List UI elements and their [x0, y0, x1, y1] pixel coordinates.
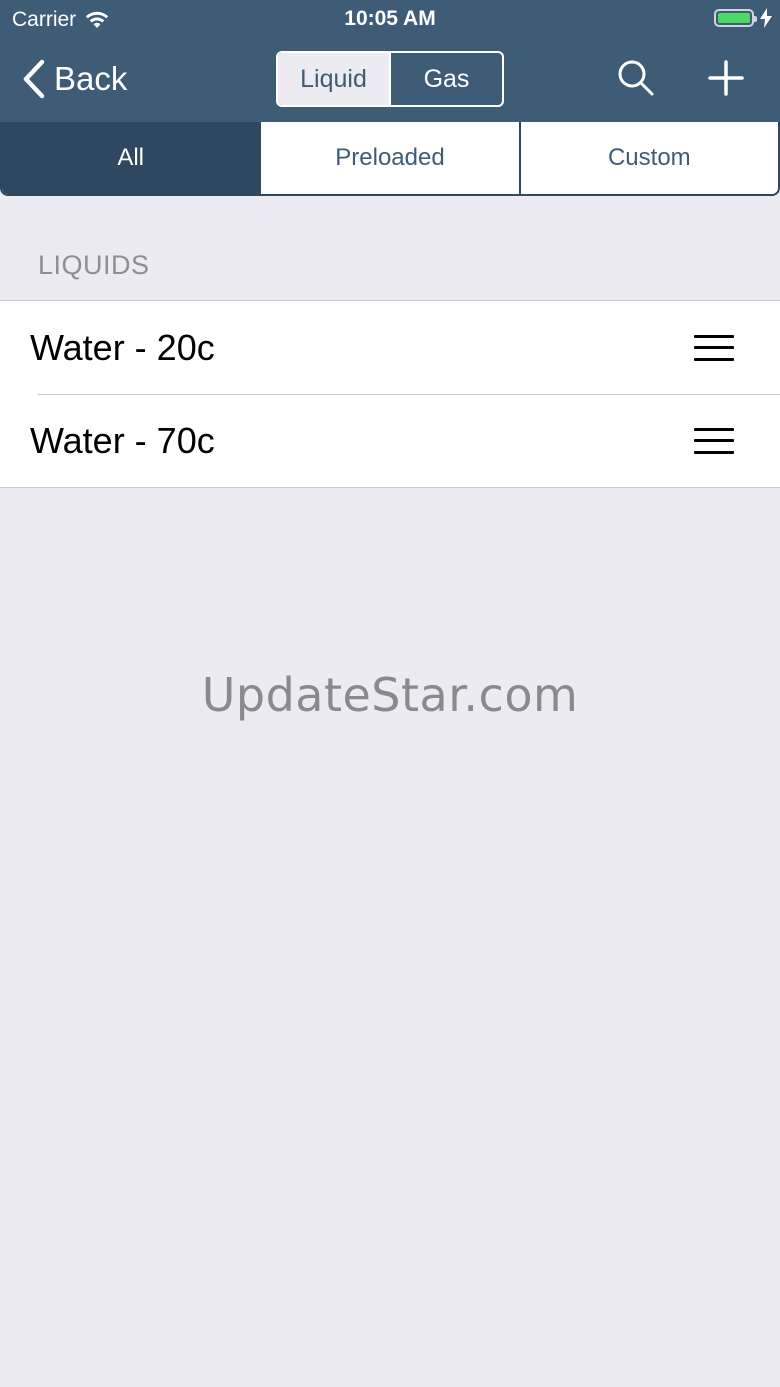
carrier-label: Carrier: [12, 8, 77, 31]
section-header-liquids: LIQUIDS: [38, 250, 150, 280]
tab-all[interactable]: All: [2, 122, 260, 194]
battery-icon: [714, 9, 757, 27]
battery-level: [718, 13, 750, 23]
reorder-handle-icon[interactable]: [694, 334, 734, 361]
segment-gas[interactable]: Gas: [389, 53, 502, 105]
plus-icon: [708, 60, 744, 96]
back-button[interactable]: Back: [22, 55, 127, 103]
list-item-name: Water - 70c: [30, 419, 215, 461]
status-bar: Carrier 10:05 AM: [0, 0, 780, 40]
tab-custom[interactable]: Custom: [518, 122, 778, 194]
tab-preloaded[interactable]: Preloaded: [259, 122, 518, 194]
add-button[interactable]: [704, 56, 748, 100]
list-item[interactable]: Water - 20c: [0, 301, 780, 394]
segment-liquid[interactable]: Liquid: [278, 53, 389, 105]
charging-bolt-icon: [760, 8, 772, 28]
search-icon: [618, 60, 654, 96]
list-item[interactable]: Water - 70c: [0, 394, 780, 487]
filter-segmented-control: All Preloaded Custom: [0, 122, 780, 196]
carrier-indicator: Carrier: [12, 8, 110, 32]
navigation-bar: Carrier 10:05 AM Back Liquid Gas: [0, 0, 780, 122]
liquid-gas-segmented-control: Liquid Gas: [276, 51, 504, 107]
list-item-name: Water - 20c: [30, 326, 215, 368]
clock: 10:05 AM: [344, 7, 436, 30]
back-label: Back: [54, 60, 128, 97]
reorder-handle-icon[interactable]: [694, 427, 734, 454]
battery-indicator: [714, 8, 772, 28]
search-button[interactable]: [614, 56, 658, 100]
chevron-left-icon: [22, 59, 46, 99]
liquids-list: Water - 20c Water - 70c: [0, 300, 780, 488]
wifi-icon: [85, 11, 109, 28]
watermark: UpdateStar.com: [201, 668, 579, 722]
